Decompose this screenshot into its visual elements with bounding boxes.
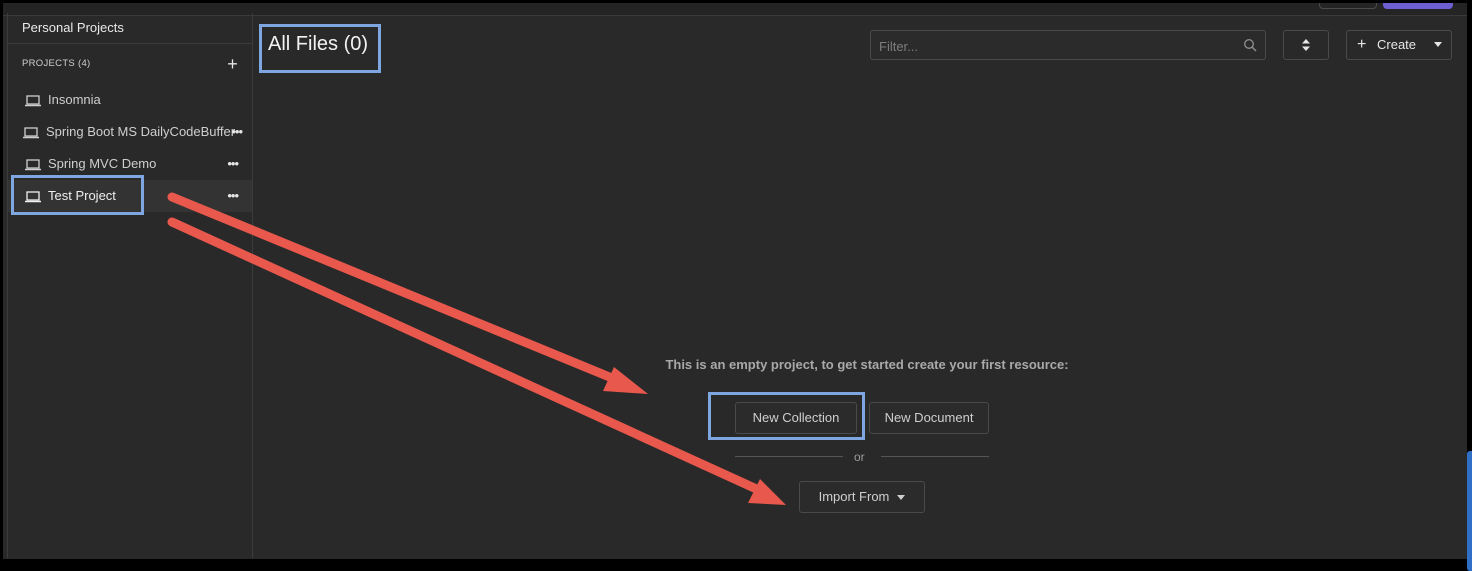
project-label: Insomnia xyxy=(48,92,101,107)
search-icon xyxy=(1243,38,1257,52)
project-menu-icon[interactable]: ••• xyxy=(227,180,239,212)
caret-down-icon xyxy=(1434,42,1442,47)
sort-icon xyxy=(1302,39,1310,51)
project-item-insomnia[interactable]: Insomnia xyxy=(8,84,252,116)
page-title: All Files (0) xyxy=(268,33,369,55)
project-menu-icon[interactable]: ••• xyxy=(227,148,239,180)
divider-right xyxy=(881,456,989,457)
laptop-icon xyxy=(25,158,41,170)
projects-count-label: PROJECTS (4) xyxy=(22,58,91,69)
divider-left xyxy=(735,456,843,457)
caret-down-icon xyxy=(897,495,906,501)
import-from-button[interactable]: Import From xyxy=(799,481,925,513)
laptop-icon xyxy=(23,126,39,138)
new-collection-button[interactable]: New Collection xyxy=(735,402,857,434)
laptop-icon xyxy=(25,190,41,202)
create-button[interactable]: + Create xyxy=(1346,30,1452,60)
add-project-icon[interactable]: + xyxy=(227,44,238,84)
sidebar: Personal Projects PROJECTS (4) + Insomni… xyxy=(7,13,253,558)
empty-project-message: This is an empty project, to get started… xyxy=(665,357,1069,372)
laptop-icon xyxy=(25,94,41,106)
plus-icon: + xyxy=(1357,36,1367,53)
main-panel: All Files (0) + Create This is an empty … xyxy=(254,13,1472,571)
sidebar-title: Personal Projects xyxy=(8,13,252,44)
create-label: Create xyxy=(1377,37,1417,52)
new-document-button[interactable]: New Document xyxy=(869,402,989,434)
scroll-handle[interactable] xyxy=(1467,451,1472,571)
project-item-test-project[interactable]: Test Project ••• xyxy=(8,180,252,212)
project-label: Spring Boot MS DailyCodeBuffer xyxy=(46,124,236,139)
or-label: or xyxy=(854,450,865,464)
sort-button[interactable] xyxy=(1283,30,1329,60)
filter-field[interactable] xyxy=(870,30,1266,61)
filter-input[interactable] xyxy=(871,31,1241,61)
project-item-spring-boot-ms[interactable]: Spring Boot MS DailyCodeBuffer ••• xyxy=(8,116,252,148)
project-item-spring-mvc-demo[interactable]: Spring MVC Demo ••• xyxy=(8,148,252,180)
projects-header: PROJECTS (4) + xyxy=(8,44,252,84)
import-label: Import From xyxy=(818,489,890,504)
project-menu-icon[interactable]: ••• xyxy=(231,116,243,148)
top-bar-button[interactable] xyxy=(1319,3,1377,9)
project-label: Test Project xyxy=(48,188,116,203)
project-label: Spring MVC Demo xyxy=(48,156,157,171)
top-bar-primary-button[interactable] xyxy=(1383,3,1453,9)
